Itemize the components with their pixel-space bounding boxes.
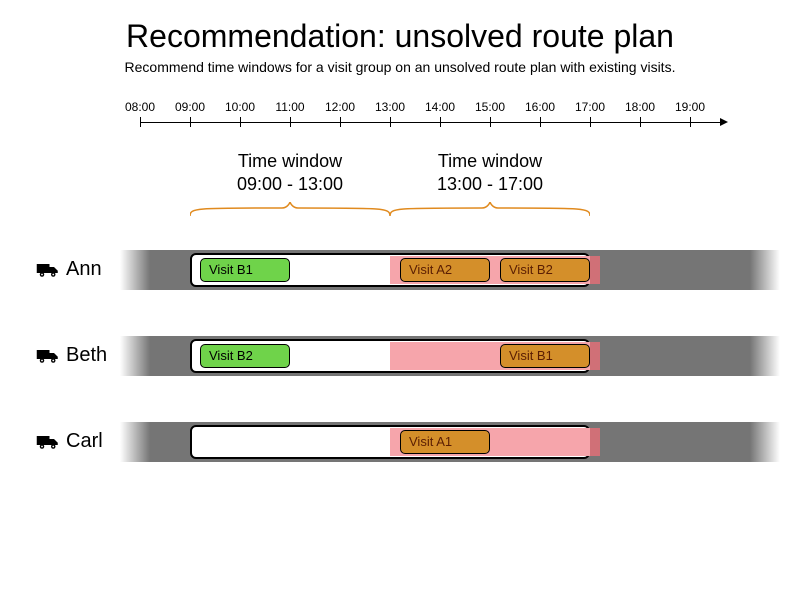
axis-tick-label: 10:00 [225,100,255,114]
time-window-label: Time window09:00 - 13:00 [200,150,380,195]
axis-tick-label: 17:00 [575,100,605,114]
lane-bar: Visit A1 [120,422,780,462]
lane-bar: Visit B1 Visit A2 Visit B2 [120,250,780,290]
lane-bar: Visit B2 Visit B1 [120,336,780,376]
vehicle-name: Carl [66,430,103,453]
time-window-range: 09:00 - 13:00 [200,173,380,196]
truck-icon [36,347,60,365]
truck-icon [36,433,60,451]
page-title: Recommendation: unsolved route plan [0,0,800,55]
axis-tick [390,117,391,127]
axis-tick-label: 11:00 [275,100,304,114]
axis-tick [690,117,691,127]
axis-tick [340,117,341,127]
page-subtitle: Recommend time windows for a visit group… [0,55,800,75]
axis-tick [490,117,491,127]
axis-tick-label: 09:00 [175,100,205,114]
truck-icon [36,261,60,279]
axis-line [140,122,720,123]
vehicle-label: Beth [36,344,107,367]
axis-tick-label: 13:00 [375,100,405,114]
time-window-title: Time window [400,150,580,173]
visit-chip: Visit A2 [400,258,490,282]
visit-chip: Visit A1 [400,430,490,454]
busy-edge [590,342,600,370]
visit-chip: Visit B2 [500,258,590,282]
brace-icon [190,202,390,216]
axis-tick-label: 12:00 [325,100,355,114]
visit-chip: Visit B1 [200,258,290,282]
axis-tick-label: 19:00 [675,100,705,114]
visit-chip: Visit B1 [500,344,590,368]
axis-tick-label: 14:00 [425,100,455,114]
vehicle-lane: Ann Visit B1 Visit A2 Visit B2 [0,246,800,296]
vehicle-name: Beth [66,344,107,367]
axis-tick-label: 15:00 [475,100,505,114]
axis-tick-label: 18:00 [625,100,655,114]
vehicle-lane: Carl Visit A1 [0,418,800,468]
axis-tick [240,117,241,127]
visit-chip: Visit B2 [200,344,290,368]
vehicle-label: Ann [36,258,102,281]
time-axis: 08:0009:0010:0011:0012:0013:0014:0015:00… [130,100,750,140]
axis-tick [140,117,141,127]
axis-tick [290,117,291,127]
brace-icon [390,202,590,216]
page: Recommendation: unsolved route plan Reco… [0,0,800,600]
vehicle-lanes: AnnVisit B1Visit A2Visit B2BethVisit B2V… [0,246,800,504]
vehicle-lane: Beth Visit B2 Visit B1 [0,332,800,382]
time-window-title: Time window [200,150,380,173]
axis-arrow-icon [720,118,728,126]
busy-edge [590,428,600,456]
vehicle-name: Ann [66,258,102,281]
time-window-range: 13:00 - 17:00 [400,173,580,196]
vehicle-label: Carl [36,430,103,453]
busy-edge [590,256,600,284]
time-window-label: Time window13:00 - 17:00 [400,150,580,195]
axis-tick [590,117,591,127]
axis-tick [190,117,191,127]
axis-tick-label: 16:00 [525,100,555,114]
axis-tick-label: 08:00 [125,100,155,114]
axis-tick [440,117,441,127]
axis-tick [540,117,541,127]
axis-tick [640,117,641,127]
